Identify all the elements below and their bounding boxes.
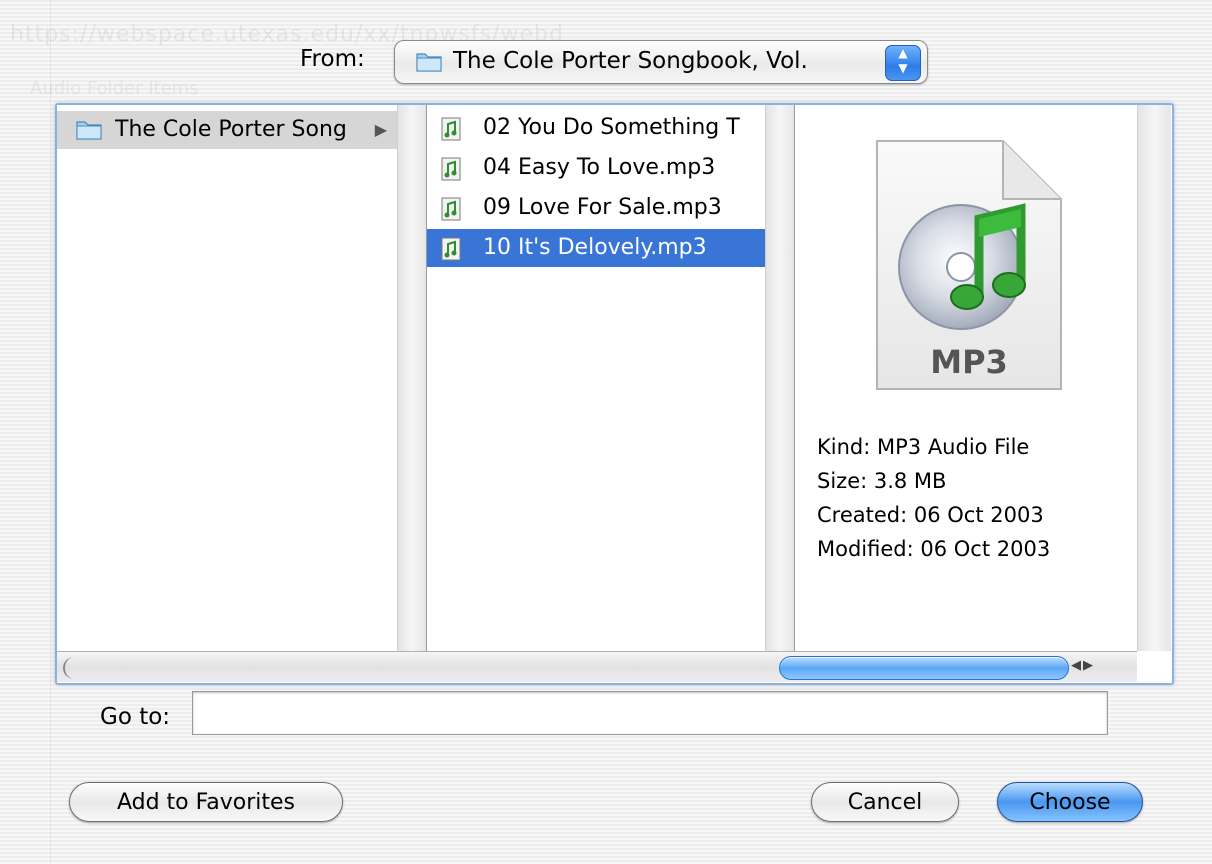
list-item-label: 04 Easy To Love.mp3 xyxy=(483,155,716,180)
from-label: From: xyxy=(300,46,365,72)
list-item[interactable]: 09 Love For Sale.mp3 xyxy=(427,189,765,227)
folder-icon xyxy=(415,49,443,77)
file-created: Created: 06 Oct 2003 xyxy=(817,503,1044,527)
scroll-arrows-icon[interactable]: ◀▶ xyxy=(1071,658,1095,673)
mp3-file-icon xyxy=(441,157,461,185)
column-1-scrollbar[interactable] xyxy=(397,105,427,651)
add-to-favorites-button[interactable]: Add to Favorites xyxy=(69,782,343,822)
column-2-scrollbar[interactable] xyxy=(765,105,795,651)
horizontal-scrollbar[interactable]: ◀▶ xyxy=(57,651,1137,682)
list-item[interactable]: The Cole Porter Song ▶ xyxy=(57,111,397,149)
list-item-selected[interactable]: 10 It's Delovely.mp3 xyxy=(427,229,765,267)
mp3-file-icon xyxy=(441,237,461,265)
list-item-label: 10 It's Delovely.mp3 xyxy=(483,235,707,260)
from-popup-value: The Cole Porter Songbook, Vol. xyxy=(453,48,808,74)
svg-text:MP3: MP3 xyxy=(930,343,1008,381)
goto-label: Go to: xyxy=(100,704,171,730)
mp3-file-icon xyxy=(441,197,461,225)
file-kind: Kind: MP3 Audio File xyxy=(817,435,1030,459)
list-item[interactable]: 02 You Do Something T xyxy=(427,109,765,147)
column-1: The Cole Porter Song ▶ xyxy=(57,105,397,651)
cancel-button[interactable]: Cancel xyxy=(811,782,959,822)
popup-stepper-icon: ▲ ▼ xyxy=(885,45,921,81)
preview-column: MP3 Kind: MP3 Audio File Size: 3.8 MB Cr… xyxy=(799,105,1137,651)
list-item[interactable]: 04 Easy To Love.mp3 xyxy=(427,149,765,187)
mp3-file-icon xyxy=(441,117,461,145)
mp3-document-icon: MP3 xyxy=(871,137,1067,401)
list-item-label: The Cole Porter Song xyxy=(115,117,347,142)
from-popup[interactable]: The Cole Porter Songbook, Vol. ▲ ▼ xyxy=(394,40,928,84)
list-item-label: 09 Love For Sale.mp3 xyxy=(483,195,722,220)
choose-button[interactable]: Choose xyxy=(997,782,1143,822)
goto-input[interactable] xyxy=(192,691,1108,735)
sheet-edge xyxy=(50,0,51,864)
scroll-track-cap xyxy=(63,657,95,679)
column-browser[interactable]: The Cole Porter Song ▶ 02 You Do Somethi… xyxy=(55,103,1174,685)
folder-icon xyxy=(75,117,103,145)
file-modified: Modified: 06 Oct 2003 xyxy=(817,537,1051,561)
list-item-label: 02 You Do Something T xyxy=(483,115,740,140)
file-size: Size: 3.8 MB xyxy=(817,469,947,493)
column-2: 02 You Do Something T 04 Easy To Love.mp… xyxy=(427,105,765,651)
preview-column-scrollbar[interactable] xyxy=(1137,105,1171,651)
scrollbar-thumb[interactable] xyxy=(779,656,1069,680)
file-info: Kind: MP3 Audio File Size: 3.8 MB Create… xyxy=(817,430,1050,566)
background-ghost-text: Audio Folder Items xyxy=(30,78,199,99)
disclosure-arrow-icon: ▶ xyxy=(374,120,387,139)
